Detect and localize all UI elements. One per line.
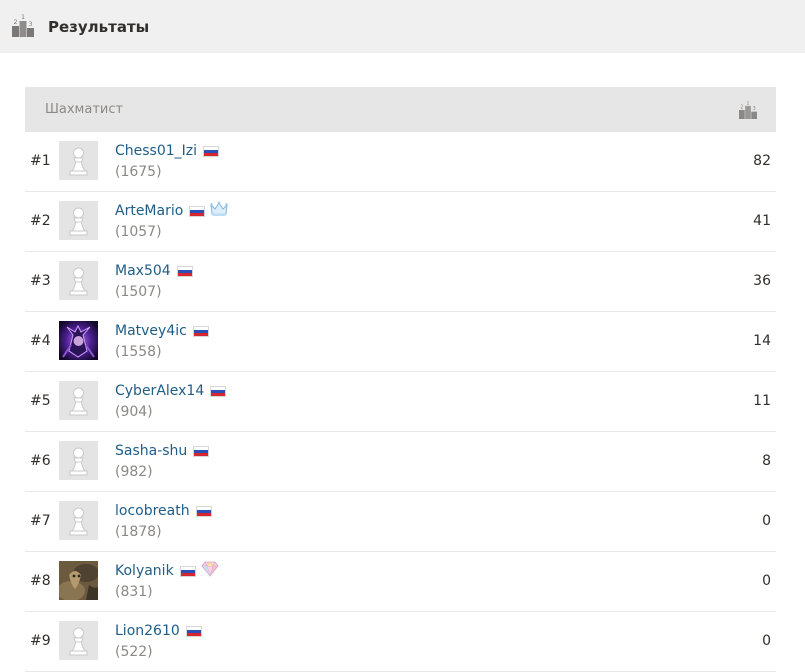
player-rating: (982): [115, 464, 153, 480]
player-score: 8: [762, 453, 771, 469]
player-username[interactable]: Kolyanik: [115, 561, 174, 581]
svg-text:2: 2: [14, 19, 18, 26]
pawn-icon: [59, 441, 98, 480]
podium-icon: 2 1 3: [11, 14, 35, 42]
player-rating: (522): [115, 644, 153, 660]
player-score: 0: [762, 513, 771, 529]
pawn-icon: [59, 261, 98, 300]
svg-text:1: 1: [21, 14, 25, 21]
avatar[interactable]: [59, 501, 98, 540]
player-rating: (831): [115, 584, 153, 600]
rank: #3: [30, 273, 51, 289]
pawn-icon: [59, 501, 98, 540]
player-score: 82: [753, 153, 771, 169]
diamond-icon[interactable]: [201, 561, 219, 581]
custom-avatar-image: [59, 321, 98, 360]
page-title: Результаты: [48, 18, 150, 36]
column-header-player[interactable]: Шахматист: [45, 102, 123, 118]
player-name-line: ArteMario: [115, 201, 229, 221]
russia-flag-icon: [203, 145, 220, 157]
player-name-line: Sasha-shu: [115, 441, 210, 461]
table-row: #6 Sasha-shu (982) 8: [25, 432, 776, 492]
table-row: #3 Max504 (1507) 36: [25, 252, 776, 312]
russia-flag-icon: [176, 265, 193, 277]
rank: #6: [30, 453, 51, 469]
podium-icon[interactable]: 2 1 3: [738, 101, 758, 123]
table-row: #7 locobreath (1878) 0: [25, 492, 776, 552]
player-username[interactable]: Matvey4ic: [115, 321, 187, 341]
avatar[interactable]: [59, 561, 98, 600]
player-rating: (1057): [115, 224, 162, 240]
svg-text:1: 1: [746, 101, 749, 107]
player-score: 14: [753, 333, 771, 349]
player-rating: (1558): [115, 344, 162, 360]
player-username[interactable]: Max504: [115, 261, 171, 281]
rank: #1: [30, 153, 51, 169]
avatar[interactable]: [59, 621, 98, 660]
player-username[interactable]: CyberAlex14: [115, 381, 204, 401]
table-row: #1 Chess01_Izi (1675) 82: [25, 132, 776, 192]
player-name-line: CyberAlex14: [115, 381, 227, 401]
player-username[interactable]: Lion2610: [115, 621, 180, 641]
table-header: Шахматист 2 1 3: [25, 87, 776, 132]
avatar[interactable]: [59, 141, 98, 180]
russia-flag-icon: [195, 505, 212, 517]
table-row: #4 Matvey4ic (1558) 14: [25, 312, 776, 372]
svg-text:3: 3: [29, 21, 33, 28]
crown-icon[interactable]: [210, 201, 229, 221]
table-row: #8 Kolyanik (831) 0: [25, 552, 776, 612]
avatar[interactable]: [59, 321, 98, 360]
player-name-line: Matvey4ic: [115, 321, 209, 341]
pawn-icon: [59, 381, 98, 420]
avatar[interactable]: [59, 261, 98, 300]
russia-flag-icon: [185, 625, 202, 637]
player-username[interactable]: Sasha-shu: [115, 441, 187, 461]
rank: #5: [30, 393, 51, 409]
player-name-line: Max504: [115, 261, 193, 281]
russia-flag-icon: [189, 205, 206, 217]
table-row: #2 ArteMario (1057) 41: [25, 192, 776, 252]
player-score: 36: [753, 273, 771, 289]
table-row: #5 CyberAlex14 (904) 11: [25, 372, 776, 432]
avatar[interactable]: [59, 201, 98, 240]
rank: #7: [30, 513, 51, 529]
player-rating: (1507): [115, 284, 162, 300]
rank: #4: [30, 333, 51, 349]
svg-text:2: 2: [740, 104, 743, 110]
russia-flag-icon: [210, 385, 227, 397]
avatar[interactable]: [59, 381, 98, 420]
player-name-line: locobreath: [115, 501, 212, 521]
player-name-line: Lion2610: [115, 621, 202, 641]
player-score: 0: [762, 573, 771, 589]
player-score: 11: [753, 393, 771, 409]
table-row: #9 Lion2610 (522) 0: [25, 612, 776, 672]
player-username[interactable]: locobreath: [115, 501, 190, 521]
rank: #2: [30, 213, 51, 229]
svg-text:3: 3: [753, 106, 756, 112]
player-score: 41: [753, 213, 771, 229]
rank: #9: [30, 633, 51, 649]
player-rating: (904): [115, 404, 153, 420]
pawn-icon: [59, 621, 98, 660]
pawn-icon: [59, 141, 98, 180]
results-table: Шахматист 2 1 3 #1 Chess01_Izi (1675) 82…: [25, 87, 776, 672]
russia-flag-icon: [193, 445, 210, 457]
player-username[interactable]: ArteMario: [115, 201, 183, 221]
player-score: 0: [762, 633, 771, 649]
custom-avatar-image: [59, 561, 98, 600]
player-rating: (1878): [115, 524, 162, 540]
pawn-icon: [59, 201, 98, 240]
page-header: 2 1 3 Результаты: [0, 0, 805, 53]
russia-flag-icon: [179, 565, 196, 577]
player-rating: (1675): [115, 164, 162, 180]
table-body: #1 Chess01_Izi (1675) 82 #2 ArteMario (1…: [25, 132, 776, 672]
russia-flag-icon: [192, 325, 209, 337]
player-username[interactable]: Chess01_Izi: [115, 141, 197, 161]
player-name-line: Chess01_Izi: [115, 141, 220, 161]
rank: #8: [30, 573, 51, 589]
avatar[interactable]: [59, 441, 98, 480]
player-name-line: Kolyanik: [115, 561, 219, 581]
